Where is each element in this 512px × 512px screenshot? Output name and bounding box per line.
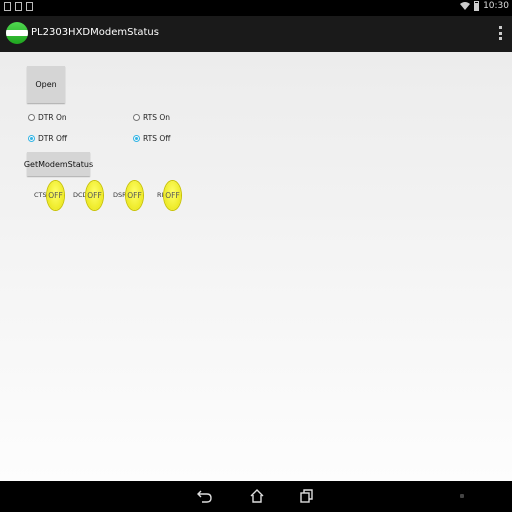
dtr-on-radio[interactable]: DTR On — [28, 113, 67, 122]
notification-icon — [4, 2, 11, 11]
rts-on-radio[interactable]: RTS On — [133, 113, 170, 122]
open-button[interactable]: Open — [27, 66, 65, 103]
ri-led-indicator: OFF — [164, 181, 181, 210]
notification-icons — [4, 2, 33, 11]
back-icon[interactable] — [197, 488, 213, 504]
rts-on-label: RTS On — [143, 113, 171, 122]
dcd-led-indicator: OFF — [86, 181, 103, 210]
download-icon — [26, 2, 33, 11]
action-bar: PL2303HXDModemStatus — [0, 16, 512, 52]
rts-off-radio[interactable]: RTS Off — [133, 134, 170, 143]
dtr-off-radio[interactable]: DTR Off — [28, 134, 67, 143]
navigation-bar — [0, 481, 512, 512]
app-title: PL2303HXDModemStatus — [31, 27, 159, 38]
dtr-on-label: DTR On — [38, 113, 67, 122]
dsr-led-indicator: OFF — [126, 181, 143, 210]
main-content: Open DTR On DTR Off RTS On RTS Off GetMo… — [0, 52, 512, 481]
wifi-icon — [460, 2, 471, 10]
rts-off-label: RTS Off — [143, 134, 171, 143]
radio-circle-icon — [28, 114, 35, 121]
system-icons: 10:30 — [460, 1, 509, 11]
clock: 10:30 — [483, 1, 509, 11]
overflow-menu-icon[interactable] — [499, 26, 502, 40]
home-icon[interactable] — [249, 488, 265, 504]
recent-apps-icon[interactable] — [299, 488, 315, 504]
get-modem-status-button[interactable]: GetModemStatus — [24, 152, 93, 176]
usb-icon — [15, 2, 22, 11]
cts-led-indicator: OFF — [47, 181, 64, 210]
radio-circle-icon — [28, 135, 35, 142]
dsr-label: DSR — [113, 191, 127, 199]
radio-circle-icon — [133, 135, 140, 142]
nav-indicator-icon — [460, 494, 464, 498]
dtr-off-label: DTR Off — [38, 134, 68, 143]
radio-circle-icon — [133, 114, 140, 121]
app-logo-icon — [6, 22, 28, 44]
cts-label: CTS — [34, 191, 47, 199]
battery-icon — [474, 1, 480, 11]
status-bar: 10:30 — [0, 0, 512, 16]
ri-label: RI — [157, 191, 164, 199]
